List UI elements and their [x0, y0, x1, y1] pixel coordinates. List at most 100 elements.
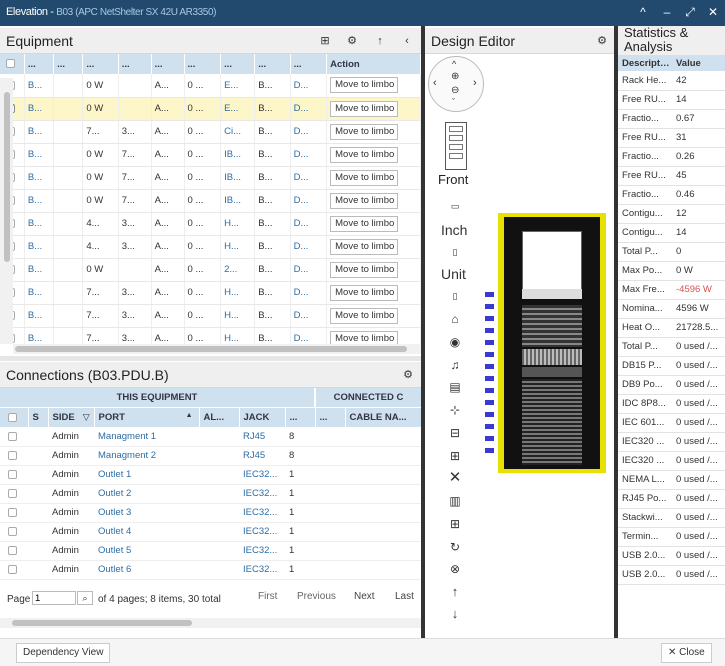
jack-cell[interactable]: RJ45 — [239, 446, 285, 466]
close-button[interactable]: ✕ Close — [661, 643, 712, 663]
table-row[interactable]: Admin Outlet 1 IEC32... 1 — [0, 465, 421, 485]
column-header[interactable]: CABLE NA... — [345, 408, 421, 427]
filter-icon[interactable]: ▽ — [83, 412, 90, 423]
table-row[interactable]: B... 7... 3... A... 0 ... H... B... D... Move to… — [0, 327, 421, 344]
server-stack[interactable] — [522, 379, 582, 465]
column-header[interactable]: ... — [254, 54, 291, 74]
select-all-checkbox[interactable] — [8, 412, 17, 422]
row-checkbox[interactable] — [8, 431, 17, 441]
column-header[interactable]: ... — [53, 54, 84, 74]
splitter[interactable] — [0, 356, 421, 361]
last-page-link[interactable]: Last — [395, 591, 414, 602]
table-row[interactable]: B... 0 W 7... A... 0 ... IB... B... D... Move to… — [0, 143, 421, 167]
stat-row[interactable]: IEC320 ... 0 used /... — [618, 432, 725, 452]
rack-front-thumbnail[interactable] — [445, 122, 467, 170]
gear-icon[interactable]: ⚙ — [401, 368, 415, 382]
arrow-up-icon[interactable]: ↑ — [373, 34, 387, 48]
stat-row[interactable]: Nomina... 4596 W — [618, 299, 725, 319]
jack-cell[interactable]: IEC32... — [239, 484, 285, 504]
row-checkbox[interactable] — [8, 507, 17, 517]
stat-row[interactable]: Total P... 0 used /... — [618, 337, 725, 357]
move-to-limbo-button[interactable]: Move to limbo — [330, 307, 399, 324]
jack-cell[interactable]: IEC32... — [239, 560, 285, 580]
move-to-limbo-button[interactable]: Move to limbo — [330, 192, 399, 209]
minimize-icon[interactable]: – — [660, 5, 674, 19]
refresh-icon[interactable]: ↻ — [447, 539, 463, 555]
collapse-icon[interactable]: ^ — [636, 5, 650, 19]
stat-row[interactable]: Free RU... 45 — [618, 166, 725, 186]
close-window-icon[interactable]: ✕ — [706, 5, 720, 19]
stat-row[interactable]: USB 2.0... 0 used /... — [618, 565, 725, 585]
column-header[interactable]: ... — [24, 54, 55, 74]
jack-cell[interactable]: RJ45 — [239, 427, 285, 447]
jack-cell[interactable]: IEC32... — [239, 465, 285, 485]
column-header[interactable]: ... — [151, 54, 185, 74]
stat-row[interactable]: Fractio... 0.26 — [618, 147, 725, 167]
select-all-checkbox[interactable] — [6, 59, 15, 69]
table-row[interactable]: Admin Outlet 3 IEC32... 1 — [0, 503, 421, 523]
port-cell[interactable]: Outlet 6 — [94, 560, 199, 580]
column-header[interactable]: ... — [184, 54, 222, 74]
move-to-limbo-button[interactable]: Move to limbo — [330, 284, 399, 301]
move-to-limbo-button[interactable]: Move to limbo — [330, 330, 399, 344]
pan-left-icon[interactable]: ‹ — [433, 77, 437, 89]
move-to-limbo-button[interactable]: Move to limbo — [330, 261, 399, 278]
move-to-limbo-button[interactable]: Move to limbo — [330, 215, 399, 232]
table-row[interactable]: B... 7... 3... A... 0 ... Ci... B... D... Move t… — [0, 120, 421, 144]
ruler-vertical-icon[interactable]: ▯ — [447, 244, 463, 260]
row-checkbox[interactable] — [8, 545, 17, 555]
panel-divider[interactable] — [421, 26, 425, 638]
stat-row[interactable]: NEMA L... 0 used /... — [618, 470, 725, 490]
stat-row[interactable]: USB 2.0... 0 used /... — [618, 546, 725, 566]
move-to-limbo-button[interactable]: Move to limbo — [330, 169, 399, 186]
search-icon[interactable]: ⌕ — [77, 591, 93, 605]
stat-row[interactable]: IEC 601... 0 used /... — [618, 413, 725, 433]
add-connection-icon[interactable]: ⊹ — [447, 402, 463, 418]
stat-row[interactable]: Contigu... 12 — [618, 204, 725, 224]
stat-row[interactable]: Rack He... 42 — [618, 71, 725, 91]
row-checkbox[interactable] — [8, 450, 17, 460]
equipment-vscroll[interactable] — [0, 78, 13, 344]
rack-frame[interactable] — [498, 213, 606, 473]
row-checkbox[interactable] — [8, 469, 17, 479]
collapse-left-icon[interactable]: ‹ — [400, 34, 414, 48]
group-icon[interactable]: ⊞ — [447, 448, 463, 464]
table-row[interactable]: B... 7... 3... A... 0 ... H... B... D... Move to… — [0, 304, 421, 328]
table-row[interactable]: B... 0 W 7... A... 0 ... IB... B... D... Move to… — [0, 189, 421, 213]
table-row[interactable]: B... 0 W 7... A... 0 ... IB... B... D... Move to… — [0, 166, 421, 190]
port-cell[interactable]: Outlet 5 — [94, 541, 199, 561]
dependency-view-button[interactable]: Dependency View — [16, 643, 111, 663]
close-icon[interactable]: ✕ — [447, 470, 463, 486]
pan-down-icon[interactable]: ˇ — [452, 97, 455, 107]
jack-cell[interactable]: IEC32... — [239, 503, 285, 523]
column-header[interactable]: ... — [220, 54, 256, 74]
row-checkbox[interactable] — [8, 526, 17, 536]
add-icon[interactable]: ⊞ — [318, 34, 332, 48]
unit-ruler-icon[interactable]: ▯ — [447, 288, 463, 304]
column-header[interactable]: S — [28, 408, 49, 427]
column-header[interactable]: ... — [118, 54, 152, 74]
row-checkbox[interactable] — [8, 488, 17, 498]
stat-row[interactable]: Heat O... 21728.5... — [618, 318, 725, 338]
stat-row[interactable]: Stackwi... 0 used /... — [618, 508, 725, 528]
description-header[interactable]: Description — [618, 55, 672, 71]
stat-row[interactable]: DB9 Po... 0 used /... — [618, 375, 725, 395]
unit-label[interactable]: Unit — [441, 266, 466, 282]
vscroll-thumb[interactable] — [4, 92, 10, 262]
zoom-in-icon[interactable]: ⊕ — [451, 71, 459, 82]
table-row[interactable]: Admin Outlet 4 IEC32... 1 — [0, 522, 421, 542]
table-row[interactable]: B...0 WA...0 ...E...B...D...Move to limb… — [0, 74, 421, 98]
column-header[interactable]: ... — [290, 54, 328, 74]
gear-icon[interactable]: ⚙ — [595, 34, 609, 48]
stat-row[interactable]: Fractio... 0.67 — [618, 109, 725, 129]
move-to-limbo-button[interactable]: Move to limbo — [330, 100, 399, 117]
table-row[interactable]: Admin Outlet 5 IEC32... 1 — [0, 541, 421, 561]
column-header[interactable]: AL... — [199, 408, 240, 427]
pan-up-icon[interactable]: ^ — [452, 59, 456, 69]
tag-icon[interactable]: ⌂ — [447, 311, 463, 327]
port-cell[interactable]: Outlet 1 — [94, 465, 199, 485]
patch-panel[interactable] — [522, 367, 582, 377]
inch-label[interactable]: Inch — [441, 222, 467, 238]
layout-icon[interactable]: ▥ — [447, 493, 463, 509]
column-header-action[interactable]: Action — [326, 54, 421, 74]
